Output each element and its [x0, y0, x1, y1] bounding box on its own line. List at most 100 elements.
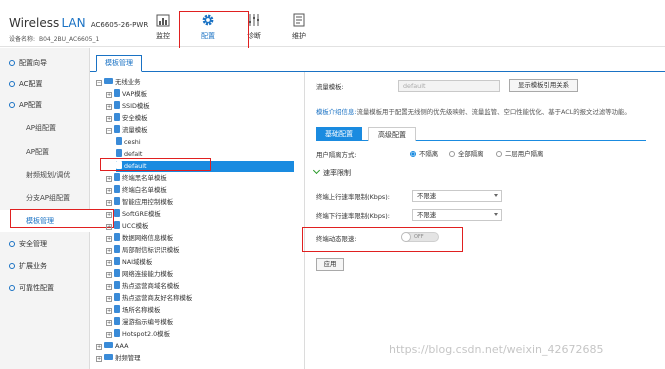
- show-references-button[interactable]: 显示模板引用关系: [509, 79, 578, 92]
- file-icon: [114, 245, 120, 253]
- collapse-icon[interactable]: −: [96, 80, 102, 86]
- tree-node[interactable]: + 场所名称模板: [106, 305, 160, 316]
- tree-node[interactable]: + Hotspot2.0模板: [106, 329, 170, 340]
- diagnosis-icon: [249, 14, 259, 26]
- tab-advanced-config[interactable]: 高级配置: [368, 127, 416, 141]
- tree-node[interactable]: + AAA: [96, 341, 128, 352]
- radio-no-isolation[interactable]: 不隔离: [410, 149, 438, 158]
- sidebar-item-ac-config[interactable]: AC配置: [0, 73, 90, 95]
- bullet-icon: [9, 285, 15, 291]
- sidebar-item-ap-config[interactable]: AP配置: [0, 94, 90, 116]
- nav-maintenance[interactable]: 维护: [279, 13, 319, 43]
- expand-icon[interactable]: +: [106, 212, 112, 218]
- top-header: Wireless LAN AC6605-26-PWR 设备名称: B04_2BU…: [0, 0, 665, 47]
- tree-node[interactable]: + 数据网络信息模板: [106, 233, 173, 244]
- monitor-icon: [156, 14, 170, 27]
- radio-checked-icon: [410, 151, 416, 157]
- section-title: 速率限制: [323, 169, 351, 177]
- sidebar-item-ap-group[interactable]: AP组配置: [0, 117, 90, 139]
- sidebar-item-ap[interactable]: AP配置: [0, 141, 90, 163]
- tree-node[interactable]: + 智能应用控制模板: [106, 197, 173, 208]
- expand-icon[interactable]: +: [106, 104, 112, 110]
- uplink-rate-select[interactable]: 不限速: [412, 190, 502, 202]
- expand-icon[interactable]: +: [106, 200, 112, 206]
- tree-node[interactable]: + 终端黑名单模板: [106, 173, 167, 184]
- tree-node[interactable]: − 流量模板: [106, 125, 148, 136]
- tree-node[interactable]: + 热点运营商友好名称模板: [106, 293, 192, 304]
- expand-icon[interactable]: +: [106, 224, 112, 230]
- expand-icon[interactable]: +: [106, 284, 112, 290]
- tree-node[interactable]: + 终端白名单模板: [106, 185, 167, 196]
- tree-node[interactable]: + NAI域模板: [106, 257, 152, 268]
- sidebar-item-label: AC配置: [19, 80, 43, 88]
- tree-node-label: 智能应用控制模板: [122, 198, 174, 206]
- downlink-rate-select[interactable]: 不限速: [412, 209, 502, 221]
- expand-icon[interactable]: +: [106, 188, 112, 194]
- tree-node[interactable]: + VAP模板: [106, 89, 147, 100]
- expand-icon[interactable]: +: [106, 92, 112, 98]
- brand-word: Wireless: [9, 16, 60, 30]
- sidebar-item-security[interactable]: 安全管理: [0, 233, 90, 255]
- expand-icon[interactable]: +: [106, 332, 112, 338]
- file-icon: [114, 89, 120, 97]
- expand-icon[interactable]: +: [106, 236, 112, 242]
- expand-icon[interactable]: +: [106, 248, 112, 254]
- sidebar-item-label: AP配置: [26, 148, 50, 156]
- expand-icon[interactable]: +: [96, 356, 102, 362]
- sidebar-item-label: 配置向导: [19, 59, 47, 67]
- expand-icon[interactable]: +: [106, 116, 112, 122]
- tree-node[interactable]: − 无线业务: [96, 77, 141, 88]
- isolation-label: 用户隔离方式:: [316, 151, 357, 159]
- expand-icon[interactable]: +: [106, 260, 112, 266]
- expand-icon[interactable]: +: [106, 272, 112, 278]
- folder-icon: [104, 342, 113, 348]
- device-model: AC6605-26-PWR: [90, 21, 149, 29]
- tree-node-label: 终端黑名单模板: [122, 174, 167, 182]
- description-link[interactable]: 模板介绍信息:: [316, 108, 357, 116]
- expand-icon[interactable]: +: [106, 176, 112, 182]
- tree-node[interactable]: + 漫游指示编号模板: [106, 317, 173, 328]
- file-icon: [114, 113, 120, 121]
- brand-accent: LAN: [61, 16, 86, 30]
- chevron-down-icon: [312, 166, 321, 175]
- expand-icon[interactable]: +: [106, 308, 112, 314]
- device-name-row: 设备名称: B04_2BU_AC6605_1: [9, 34, 101, 43]
- radio-full-isolation[interactable]: 全部隔离: [449, 149, 484, 158]
- tree-node[interactable]: + 网络连接能力模板: [106, 269, 173, 280]
- radio-l2-isolation[interactable]: 二层用户隔离: [496, 149, 543, 158]
- sidebar-item-extended[interactable]: 扩展业务: [0, 255, 90, 277]
- tree-node[interactable]: + SoftGRE模板: [106, 209, 161, 220]
- tree-node[interactable]: ceshi: [116, 137, 141, 148]
- bullet-icon: [9, 81, 15, 87]
- bullet-icon: [9, 263, 15, 269]
- tree-node[interactable]: + 热点运营商域名模板: [106, 281, 180, 292]
- file-icon: [114, 305, 120, 313]
- folder-icon: [104, 354, 113, 360]
- chevron-down-icon: [494, 194, 498, 197]
- panel-divider: [304, 72, 305, 369]
- sidebar-item-reliability[interactable]: 可靠性配置: [0, 277, 90, 299]
- tree-node-label: NAI域模板: [122, 258, 153, 266]
- tree-node-label: Hotspot2.0模板: [122, 330, 170, 338]
- collapse-icon[interactable]: −: [106, 128, 112, 134]
- tree-node-label: SSID模板: [122, 102, 150, 110]
- sidebar-item-radio-plan[interactable]: 射频规划/调优: [0, 164, 90, 186]
- tree-node[interactable]: + UCC模板: [106, 221, 148, 232]
- expand-icon[interactable]: +: [96, 344, 102, 350]
- template-tree: − 无线业务 + VAP模板 + SSID模板 + 安全模板 − 流量模板 ceshi d…: [92, 75, 300, 369]
- tree-node[interactable]: + SSID模板: [106, 101, 150, 112]
- sidebar-item-config-wizard[interactable]: 配置向导: [0, 52, 90, 74]
- expand-icon[interactable]: +: [106, 320, 112, 326]
- sidebar-item-branch-ap-group[interactable]: 分支AP组配置: [0, 187, 90, 209]
- tab-basic-config[interactable]: 基础配置: [316, 127, 362, 141]
- nav-monitor[interactable]: 监控: [143, 13, 183, 43]
- tree-node-label: 局部耐信标识识模板: [122, 246, 180, 254]
- tree-node[interactable]: + 安全模板: [106, 113, 148, 124]
- rate-limit-section[interactable]: 速率限制: [312, 166, 351, 178]
- tree-node[interactable]: + 局部耐信标识识模板: [106, 245, 180, 256]
- expand-icon[interactable]: +: [106, 296, 112, 302]
- product-logo: Wireless LAN AC6605-26-PWR: [9, 16, 148, 30]
- apply-button[interactable]: 应用: [316, 258, 344, 271]
- tree-node[interactable]: + 射频管理: [96, 353, 141, 364]
- tab-template-mgmt[interactable]: 模板管理: [96, 55, 142, 72]
